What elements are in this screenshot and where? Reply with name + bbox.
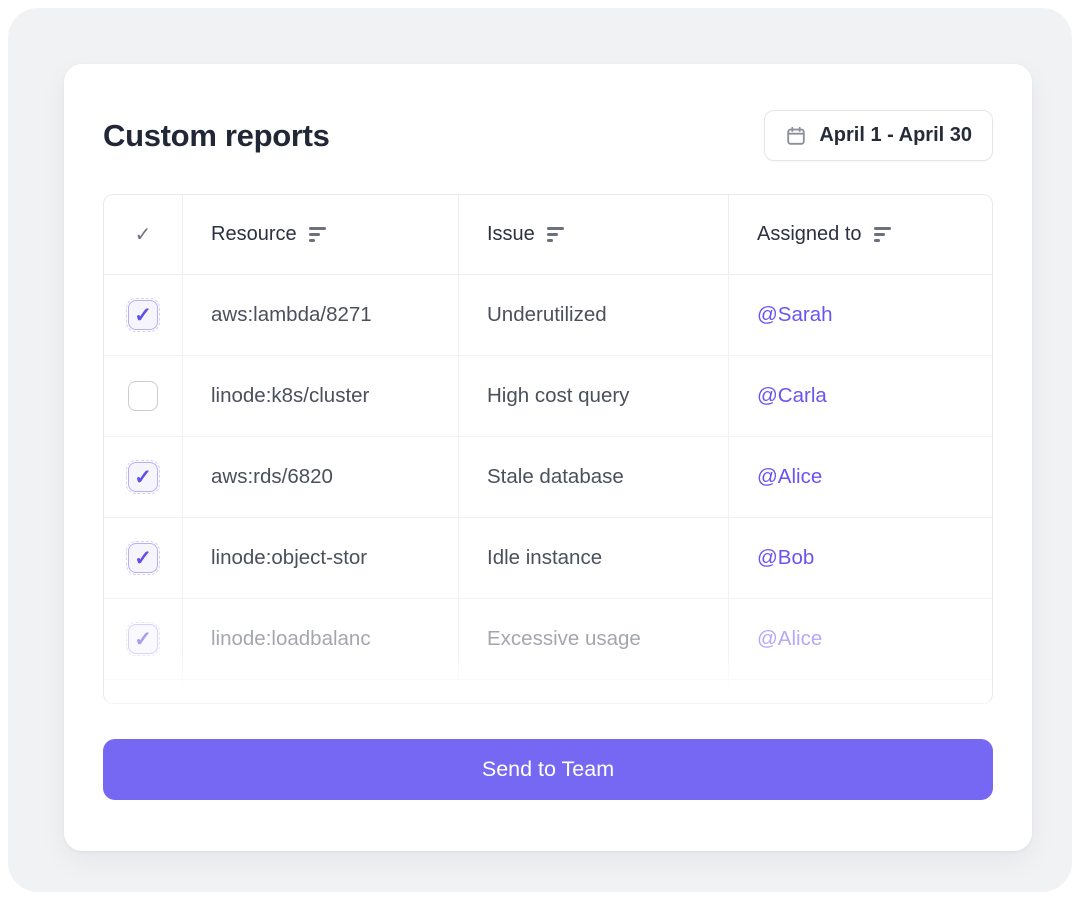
resource-cell: linode:k8s/cluster [211,384,370,407]
resource-cell: aws:rds/6820 [211,465,333,488]
table-header-row: ✓ Resource Issue Assigned to [104,195,992,275]
issue-cell: High cost query [487,384,630,407]
date-range-button[interactable]: April 1 - April 30 [764,110,993,161]
table-row: aws:s3/8000 Low usage @Sarah [104,680,992,703]
issue-cell: Underutilized [487,303,607,326]
table-row: linode:k8s/cluster High cost query @Carl… [104,356,992,437]
sort-icon [546,227,564,242]
header-assigned-to[interactable]: Assigned to [729,195,992,275]
page-title: Custom reports [103,117,330,153]
resource-cell: linode:loadbalanc [211,627,371,650]
sort-icon [308,227,326,242]
header-resource[interactable]: Resource [183,195,459,275]
card-header: Custom reports April 1 - April 30 [103,110,993,161]
assignee-mention-link[interactable]: @Carla [757,384,827,408]
send-to-team-button[interactable]: Send to Team [103,739,993,800]
table-row: aws:lambda/8271 Underutilized @Sarah [104,275,992,356]
issue-cell: Excessive usage [487,627,641,650]
header-issue[interactable]: Issue [459,195,729,275]
check-icon: ✓ [134,224,152,246]
issue-cell: Idle instance [487,546,603,569]
assignee-mention-link[interactable]: @Sarah [757,303,833,327]
assignee-mention-link[interactable]: @Bob [757,546,814,570]
resource-cell: aws:lambda/8271 [211,303,372,326]
calendar-icon [785,125,807,147]
custom-reports-card: Custom reports April 1 - April 30 ✓ Reso… [64,64,1032,851]
table-row: linode:loadbalanc Excessive usage @Alice [104,599,992,680]
app-background: Custom reports April 1 - April 30 ✓ Reso… [8,8,1072,892]
row-checkbox[interactable] [126,460,160,494]
table-row: linode:object-stor Idle instance @Bob [104,518,992,599]
issue-cell: Stale database [487,465,624,488]
row-checkbox[interactable] [126,622,160,656]
row-checkbox[interactable] [126,541,160,575]
row-checkbox[interactable] [126,298,160,332]
assignee-mention-link[interactable]: @Alice [757,627,822,651]
sort-icon [873,227,891,242]
assignee-mention-link[interactable]: @Alice [757,465,822,489]
reports-table: ✓ Resource Issue Assigned to aws:lambda/… [103,194,993,704]
header-select-column[interactable]: ✓ [104,195,183,275]
row-checkbox[interactable] [128,381,158,411]
resource-cell: linode:object-stor [211,546,368,569]
date-range-label: April 1 - April 30 [819,124,972,146]
table-row: aws:rds/6820 Stale database @Alice [104,437,992,518]
